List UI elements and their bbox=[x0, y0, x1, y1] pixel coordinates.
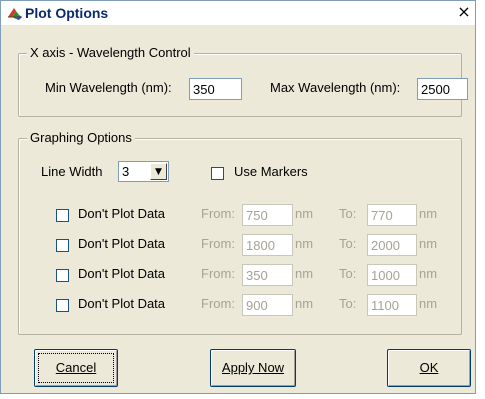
dont-plot-label-3: Don't Plot Data bbox=[78, 266, 166, 281]
min-wavelength-input[interactable]: 350 bbox=[189, 78, 242, 100]
max-wavelength-input[interactable]: 2500 bbox=[417, 78, 468, 100]
from-input-2[interactable]: 1800 bbox=[242, 234, 293, 256]
xaxis-group-legend: X axis - Wavelength Control bbox=[27, 45, 194, 60]
to-input-2[interactable]: 2000 bbox=[367, 234, 417, 256]
chevron-down-icon[interactable]: ▼ bbox=[150, 163, 167, 180]
from-unit-4: nm bbox=[295, 296, 314, 311]
to-input-3[interactable]: 1000 bbox=[367, 264, 417, 286]
to-label-2: To: bbox=[339, 236, 357, 251]
line-width-select[interactable]: 3 ▼ bbox=[118, 161, 169, 182]
dont-plot-checkbox-1[interactable] bbox=[56, 209, 69, 222]
from-unit-3: nm bbox=[295, 266, 314, 281]
use-markers-label: Use Markers bbox=[234, 164, 308, 179]
from-unit-1: nm bbox=[295, 206, 314, 221]
to-label-1: To: bbox=[339, 206, 357, 221]
dont-plot-checkbox-4[interactable] bbox=[56, 299, 69, 312]
dont-plot-checkbox-3[interactable] bbox=[56, 269, 69, 282]
dialog-title: Plot Options bbox=[25, 5, 109, 21]
from-input-4[interactable]: 900 bbox=[242, 294, 293, 316]
to-unit-4: nm bbox=[419, 296, 438, 311]
close-icon[interactable]: × bbox=[455, 3, 473, 21]
from-input-1[interactable]: 750 bbox=[242, 204, 293, 226]
from-label-2: From: bbox=[201, 236, 235, 251]
to-input-4[interactable]: 1100 bbox=[367, 294, 417, 316]
ok-button[interactable]: OK bbox=[387, 349, 471, 387]
to-unit-1: nm bbox=[419, 206, 438, 221]
from-label-1: From: bbox=[201, 206, 235, 221]
to-label-3: To: bbox=[339, 266, 357, 281]
ok-button-label: OK bbox=[419, 360, 439, 375]
dont-plot-checkbox-2[interactable] bbox=[56, 239, 69, 252]
from-unit-2: nm bbox=[295, 236, 314, 251]
title-bar[interactable]: Plot Options × bbox=[1, 1, 475, 26]
dont-plot-label-1: Don't Plot Data bbox=[78, 206, 166, 221]
to-unit-2: nm bbox=[419, 236, 438, 251]
to-unit-3: nm bbox=[419, 266, 438, 281]
graphing-options-group: Graphing Options Line Width 3 ▼ Use Mark… bbox=[18, 130, 462, 335]
line-width-label: Line Width bbox=[41, 164, 103, 179]
focus-rectangle bbox=[38, 353, 114, 383]
to-input-1[interactable]: 770 bbox=[367, 204, 417, 226]
min-wavelength-label: Min Wavelength (nm): bbox=[45, 80, 172, 95]
app-icon bbox=[8, 8, 22, 20]
plot-options-dialog: Plot Options × X axis - Wavelength Contr… bbox=[0, 0, 476, 394]
apply-now-button[interactable]: Apply Now bbox=[210, 349, 296, 387]
xaxis-group: X axis - Wavelength Control Min Waveleng… bbox=[18, 45, 468, 117]
dont-plot-label-4: Don't Plot Data bbox=[78, 296, 166, 311]
cancel-button[interactable]: Cancel bbox=[34, 349, 118, 387]
from-label-4: From: bbox=[201, 296, 235, 311]
to-label-4: To: bbox=[339, 296, 357, 311]
max-wavelength-label: Max Wavelength (nm): bbox=[270, 80, 401, 95]
graphing-options-legend: Graphing Options bbox=[27, 130, 135, 145]
use-markers-checkbox[interactable] bbox=[211, 167, 224, 180]
apply-now-button-label: Apply Now bbox=[221, 360, 285, 375]
dont-plot-label-2: Don't Plot Data bbox=[78, 236, 166, 251]
line-width-value: 3 bbox=[122, 164, 130, 179]
from-label-3: From: bbox=[201, 266, 235, 281]
from-input-3[interactable]: 350 bbox=[242, 264, 293, 286]
